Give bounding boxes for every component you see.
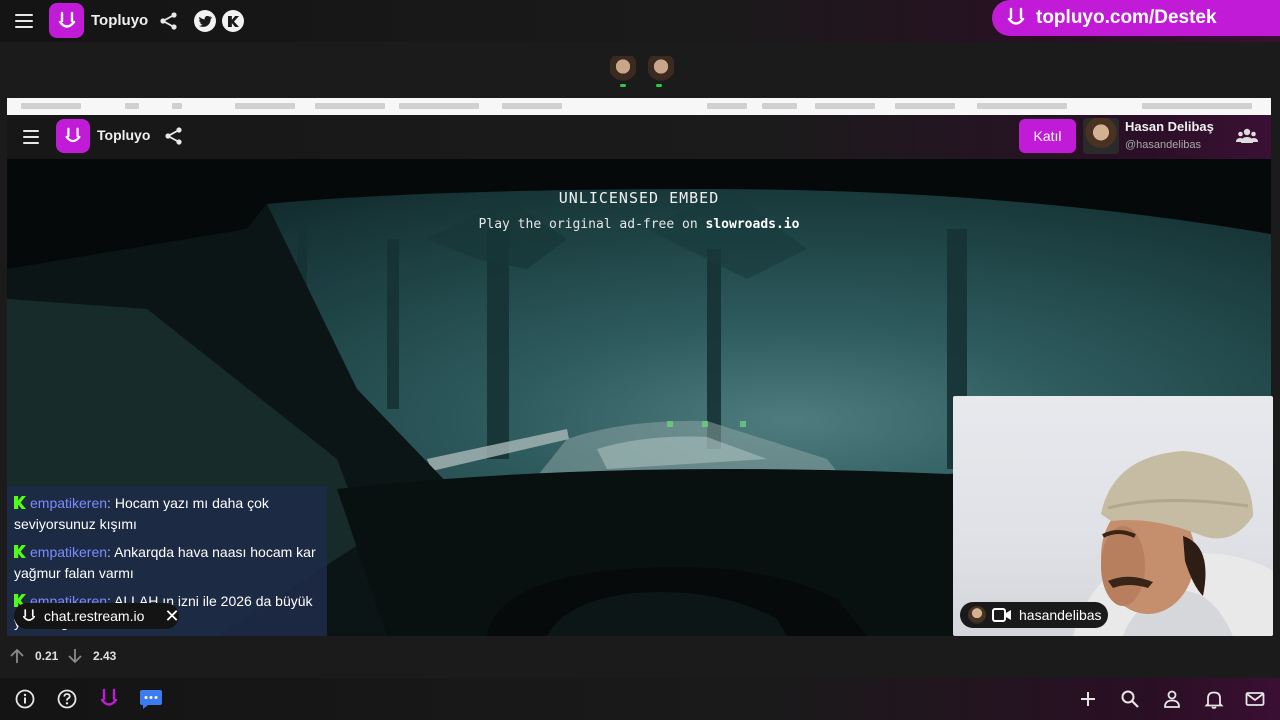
- kick-badge-icon: [14, 545, 26, 558]
- embed-notice-title: UNLICENSED EMBED: [558, 189, 720, 207]
- topluyo-smile-icon: [1007, 7, 1025, 25]
- webcam-feed[interactable]: [953, 396, 1273, 636]
- user-icon[interactable]: [1162, 689, 1182, 709]
- members-icon[interactable]: [1236, 127, 1258, 150]
- close-icon[interactable]: ✕: [162, 606, 182, 626]
- video-camera-icon: [992, 608, 1012, 627]
- participant-avatar[interactable]: [648, 56, 674, 86]
- kick-badge-icon: [14, 496, 26, 509]
- plus-icon[interactable]: [1078, 689, 1098, 709]
- chat-message: empatikeren: Hocam yazı mı daha çok sevi…: [14, 495, 269, 532]
- webcam-streamer-name: hasandelibas: [1019, 607, 1102, 623]
- embed-notice-prefix: Play the original ad-free on: [478, 217, 706, 232]
- user-name[interactable]: Hasan Delibaş: [1125, 119, 1214, 134]
- streamer-video-illustration: [1073, 451, 1273, 636]
- brand-name[interactable]: Topluyo: [91, 12, 148, 29]
- chat-message: empatikeren: Ankarqda hava naası hocam k…: [14, 544, 316, 581]
- chat-icon[interactable]: [139, 687, 163, 711]
- info-icon[interactable]: [15, 689, 35, 709]
- inner-share-icon[interactable]: [164, 126, 184, 151]
- slowroads-link[interactable]: slowroads.io: [706, 217, 800, 232]
- inner-brand-name[interactable]: Topluyo: [97, 127, 150, 143]
- topluyo-logo-icon[interactable]: [49, 3, 84, 38]
- share-icon[interactable]: [159, 11, 179, 36]
- inner-topluyo-logo-icon[interactable]: [56, 119, 90, 153]
- arrow-down-icon: [67, 648, 83, 669]
- webcam-label-pill[interactable]: hasandelibas: [960, 602, 1108, 628]
- participant-avatar[interactable]: [610, 56, 636, 86]
- inner-menu-icon[interactable]: [23, 130, 39, 144]
- user-handle: @hasandelibas: [1125, 139, 1201, 151]
- network-stats-bar: 0.21 2.43: [0, 640, 1280, 678]
- twitter-icon[interactable]: [194, 10, 216, 32]
- top-bar: Topluyo topluyo.com/Destek: [0, 0, 1280, 42]
- bookmarks-bar: [7, 98, 1271, 115]
- download-value: 2.43: [93, 649, 117, 663]
- bottom-bar: [0, 678, 1280, 720]
- topluyo-smile-icon: [22, 609, 36, 621]
- streamer-avatar: [968, 606, 986, 624]
- chat-username: empatikeren: [30, 495, 108, 511]
- join-button[interactable]: Katıl: [1019, 119, 1076, 153]
- arrow-up-icon: [9, 648, 25, 669]
- online-indicator: [620, 84, 626, 87]
- kick-icon[interactable]: [222, 10, 244, 32]
- bell-icon[interactable]: [1204, 689, 1224, 709]
- support-link[interactable]: topluyo.com/Destek: [992, 0, 1280, 36]
- mail-icon[interactable]: [1245, 689, 1265, 709]
- menu-icon[interactable]: [15, 14, 33, 28]
- restream-label: chat.restream.io: [44, 608, 145, 624]
- user-avatar[interactable]: [1083, 118, 1119, 154]
- search-icon[interactable]: [1120, 689, 1140, 709]
- support-link-label: topluyo.com/Destek: [1036, 7, 1217, 28]
- embed-notice-subtitle: Play the original ad-free on slowroads.i…: [7, 217, 1271, 232]
- chat-username: empatikeren: [30, 544, 108, 560]
- help-icon[interactable]: [57, 689, 77, 709]
- online-indicator: [656, 84, 662, 87]
- restream-chat-pill[interactable]: chat.restream.io ✕: [14, 603, 182, 629]
- topluyo-home-icon[interactable]: [97, 687, 121, 711]
- inner-topbar: Topluyo Katıl Hasan Delibaş @hasandeliba…: [7, 115, 1271, 159]
- upload-value: 0.21: [35, 649, 59, 663]
